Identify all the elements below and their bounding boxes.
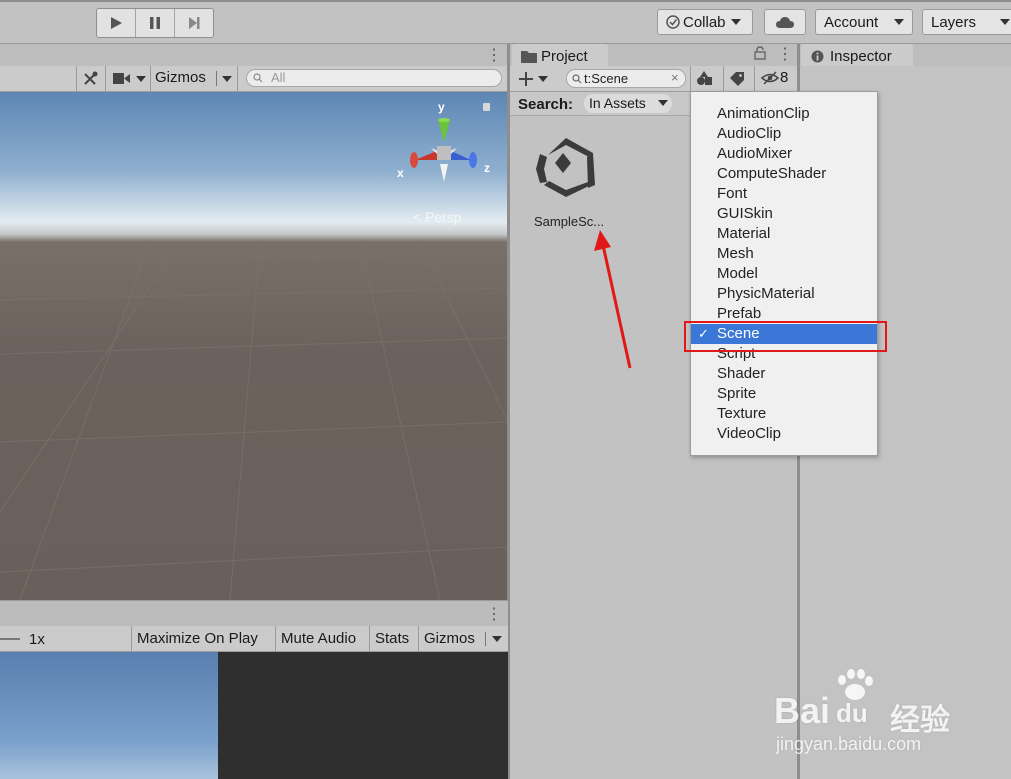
- type-filter-menu: AnimationClip AudioClip AudioMixer Compu…: [690, 91, 878, 456]
- search-scope-dropdown[interactable]: In Assets: [584, 94, 672, 113]
- playback-controls: [96, 8, 214, 38]
- step-button[interactable]: [175, 9, 213, 37]
- check-circle-icon: [666, 15, 680, 29]
- project-search-value: t:Scene: [584, 71, 629, 86]
- axis-y-label: y: [438, 100, 445, 114]
- scene-toolbar: Gizmos All: [0, 66, 508, 92]
- scale-slider[interactable]: [0, 638, 20, 640]
- search-icon: [572, 74, 582, 84]
- menu-item-font[interactable]: Font: [691, 184, 877, 204]
- game-gizmos-toggle[interactable]: Gizmos: [424, 630, 475, 647]
- chevron-down-icon[interactable]: [538, 76, 548, 82]
- cloud-icon: [776, 17, 794, 28]
- scene-asset[interactable]: [533, 135, 599, 203]
- lock-icon[interactable]: [754, 46, 766, 60]
- camera-icon[interactable]: [113, 72, 131, 85]
- orientation-gizmo[interactable]: [395, 100, 495, 195]
- unity-logo-icon: [536, 138, 595, 197]
- menu-item-videoclip[interactable]: VideoClip: [691, 424, 877, 444]
- annotation-highlight-box: [684, 321, 887, 352]
- search-scope-value: In Assets: [589, 95, 646, 111]
- project-tab-label: Project: [541, 47, 588, 65]
- search-placeholder: All: [271, 70, 286, 85]
- more-options-icon[interactable]: ⋮: [486, 45, 502, 65]
- search-icon: [253, 73, 263, 83]
- baidu-watermark: Bai du 经验 jingyan.baidu.com: [772, 668, 972, 758]
- annotation-arrow: [594, 230, 632, 369]
- play-button[interactable]: [97, 9, 136, 37]
- scene-tab-bar: ⋮: [0, 44, 508, 66]
- chevron-down-icon[interactable]: [136, 76, 146, 82]
- account-dropdown[interactable]: Account: [815, 9, 913, 35]
- menu-item-sprite[interactable]: Sprite: [691, 384, 877, 404]
- game-tab-bar: ⋮: [0, 600, 508, 626]
- game-render: [0, 652, 218, 779]
- chevron-down-icon[interactable]: [222, 76, 232, 82]
- collab-button[interactable]: Collab: [657, 9, 753, 35]
- project-search-field[interactable]: t:Scene ×: [566, 69, 686, 88]
- tab-inspector[interactable]: Inspector: [801, 44, 913, 68]
- menu-item-mesh[interactable]: Mesh: [691, 244, 877, 264]
- menu-item-audiomixer[interactable]: AudioMixer: [691, 144, 877, 164]
- watermark-brand: Bai: [774, 690, 831, 731]
- collab-label: Collab: [683, 13, 726, 31]
- chevron-down-icon[interactable]: [492, 636, 502, 642]
- menu-item-physicmaterial[interactable]: PhysicMaterial: [691, 284, 877, 304]
- menu-item-material[interactable]: Material: [691, 224, 877, 244]
- chevron-down-icon: [894, 19, 905, 25]
- hidden-eye-icon[interactable]: [761, 71, 779, 85]
- more-options-icon[interactable]: ⋮: [777, 44, 793, 64]
- gizmos-dropdown[interactable]: Gizmos: [155, 69, 206, 86]
- search-scope-label: Search:: [518, 96, 574, 113]
- menu-item-shader[interactable]: Shader: [691, 364, 877, 384]
- filter-by-type-icon[interactable]: [696, 70, 713, 87]
- tools-icon[interactable]: [82, 70, 99, 87]
- plus-icon[interactable]: [518, 71, 534, 87]
- watermark-cn: 经验: [890, 704, 950, 737]
- hidden-count: 8: [780, 69, 789, 86]
- menu-item-model[interactable]: Model: [691, 264, 877, 284]
- layers-label: Layers: [931, 13, 977, 31]
- menu-item-computeshader[interactable]: ComputeShader: [691, 164, 877, 184]
- stats-toggle[interactable]: Stats: [375, 630, 409, 647]
- mute-audio-toggle[interactable]: Mute Audio: [281, 630, 356, 647]
- scale-label: 1x: [29, 631, 45, 648]
- pause-button[interactable]: [136, 9, 175, 37]
- project-toolbar: t:Scene × 8: [510, 66, 798, 92]
- paw-icon: [838, 669, 873, 700]
- account-label: Account: [824, 13, 879, 31]
- menu-item-animationclip[interactable]: AnimationClip: [691, 104, 877, 124]
- label-tag-icon[interactable]: [729, 71, 745, 86]
- folder-icon: [521, 50, 537, 63]
- maximize-on-play-toggle[interactable]: Maximize On Play: [137, 630, 258, 647]
- menu-item-audioclip[interactable]: AudioClip: [691, 124, 877, 144]
- chevron-down-icon: [730, 19, 741, 25]
- play-icon: [111, 17, 122, 29]
- tab-project[interactable]: Project: [512, 44, 608, 68]
- pause-icon: [150, 17, 160, 29]
- game-toolbar: 1x Maximize On Play Mute Audio Stats Giz…: [0, 626, 508, 652]
- projection-toggle[interactable]: < Persp: [413, 209, 462, 225]
- cloud-button[interactable]: [764, 9, 806, 35]
- inspector-tab-label: Inspector: [830, 47, 892, 65]
- chevron-down-icon: [658, 100, 668, 106]
- watermark-url: jingyan.baidu.com: [776, 734, 922, 754]
- more-options-icon[interactable]: ⋮: [486, 604, 502, 624]
- axis-x-label: x: [397, 166, 404, 180]
- watermark-brand-suffix: du: [836, 698, 868, 728]
- menu-item-guiskin[interactable]: GUISkin: [691, 204, 877, 224]
- scene-viewport[interactable]: y x z < Persp: [0, 92, 508, 600]
- clear-search-icon[interactable]: ×: [671, 70, 679, 85]
- layers-dropdown[interactable]: Layers: [922, 9, 1011, 35]
- chevron-down-icon: [1000, 19, 1011, 25]
- menu-item-texture[interactable]: Texture: [691, 404, 877, 424]
- axis-z-label: z: [484, 161, 490, 175]
- step-icon: [189, 17, 200, 29]
- hierarchy-search-field[interactable]: All: [246, 69, 502, 87]
- info-icon: [811, 50, 824, 62]
